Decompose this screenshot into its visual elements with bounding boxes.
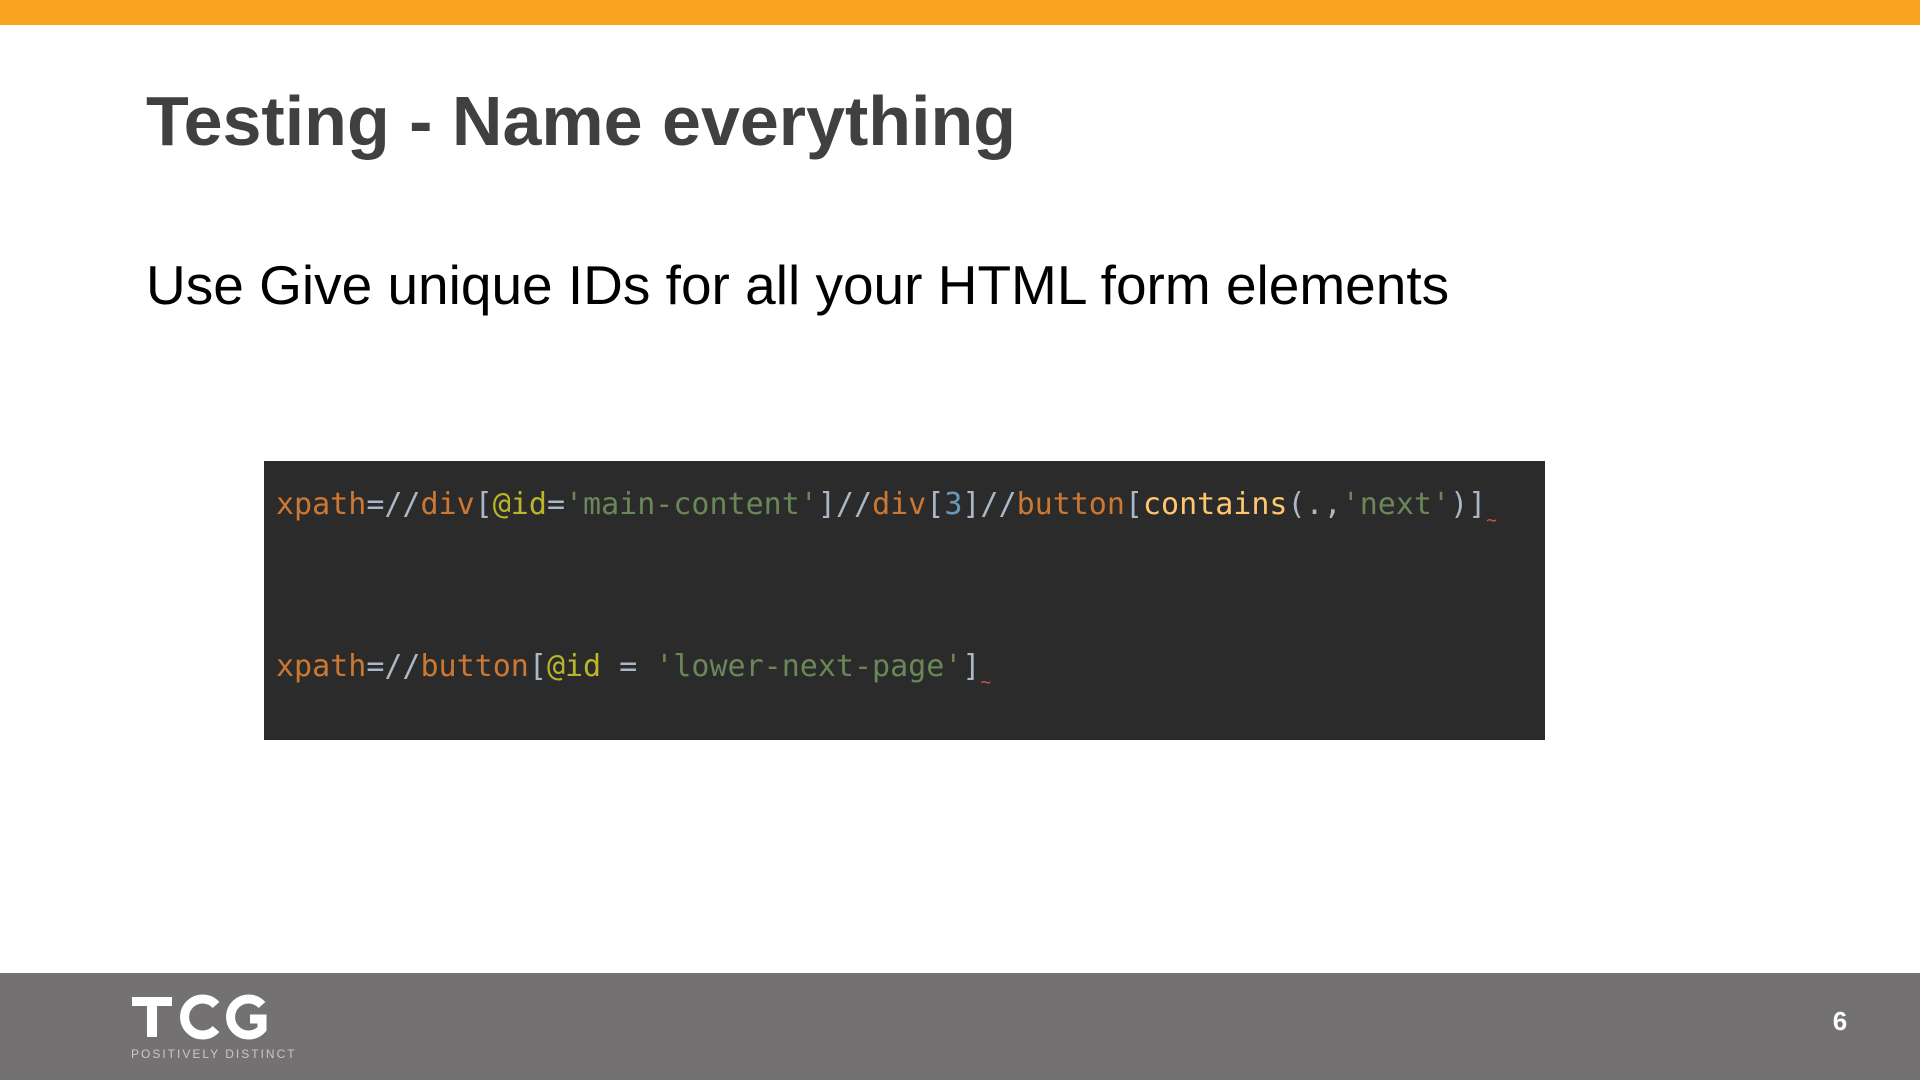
code-token: =// bbox=[366, 487, 421, 522]
tcg-logo-mark bbox=[132, 994, 267, 1040]
code-token: 3 bbox=[944, 487, 963, 522]
code-token: =// bbox=[366, 649, 421, 684]
code-token: @id bbox=[492, 487, 547, 522]
code-token: 'main-content' bbox=[565, 487, 818, 522]
code-token: ]// bbox=[962, 487, 1017, 522]
code-token: 'next' bbox=[1341, 487, 1451, 522]
code-token: [ bbox=[1124, 487, 1143, 522]
code-token: xpath bbox=[276, 649, 367, 684]
slide-body-text: Use Give unique IDs for all your HTML fo… bbox=[146, 254, 1450, 316]
code-token: contains bbox=[1143, 487, 1288, 522]
code-line-complex-xpath: xpath=//div[@id='main-content']//div[3]/… bbox=[276, 485, 1497, 541]
footer-bar: POSITIVELY DISTINCT 6 bbox=[0, 973, 1920, 1080]
logo-tagline: POSITIVELY DISTINCT bbox=[131, 1047, 297, 1061]
code-token: xpath bbox=[276, 487, 367, 522]
code-screenshot: xpath=//div[@id='main-content']//div[3]/… bbox=[264, 461, 1545, 740]
code-token: [ bbox=[474, 487, 493, 522]
code-token: = bbox=[601, 649, 656, 684]
code-token: 'lower-next-page' bbox=[655, 649, 963, 684]
code-token: @id bbox=[546, 649, 602, 684]
code-token: div bbox=[872, 487, 927, 522]
code-token: ] bbox=[962, 649, 981, 684]
error-squiggle-icon: ∼ bbox=[1486, 510, 1498, 531]
code-token: = bbox=[546, 487, 565, 522]
code-token: div bbox=[420, 487, 475, 522]
code-token: button bbox=[1016, 487, 1125, 522]
code-token: button bbox=[420, 649, 529, 684]
slide-title: Testing - Name everything bbox=[146, 82, 1017, 160]
code-token: (., bbox=[1287, 487, 1342, 522]
code-token: ]// bbox=[817, 487, 873, 522]
code-line-id-xpath: xpath=//button[@id = 'lower-next-page']∼ bbox=[276, 647, 991, 703]
code-token: )] bbox=[1450, 487, 1487, 522]
code-token: [ bbox=[528, 649, 547, 684]
company-logo bbox=[130, 993, 276, 1050]
error-squiggle-icon: ∼ bbox=[980, 672, 992, 693]
top-accent-bar bbox=[0, 0, 1920, 25]
code-token: [ bbox=[926, 487, 945, 522]
page-number: 6 bbox=[1832, 1006, 1848, 1036]
